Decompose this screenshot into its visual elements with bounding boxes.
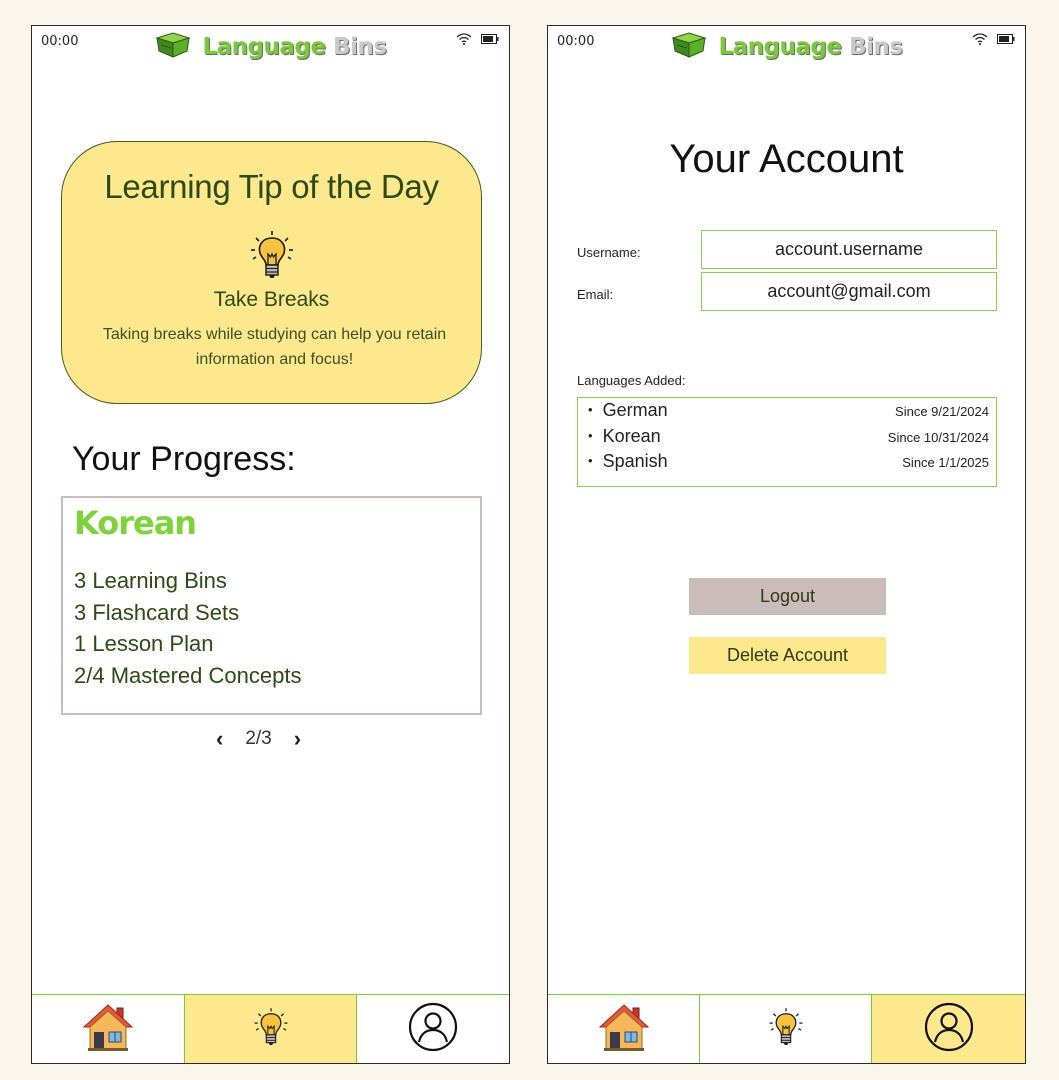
pager-label: 2/3 <box>245 728 272 749</box>
list-item: 3 Flashcard Sets <box>74 599 240 625</box>
list-item: German Since 9/21/2024 <box>588 400 989 422</box>
account-screen: 00:00 Language Bins Your Account Usernam… <box>547 25 1026 1064</box>
home-screen: 00:00 Language Bins Learning Tip of the … <box>31 25 510 1064</box>
username-label: Username: <box>577 245 641 260</box>
list-item: 1 Lesson Plan <box>74 631 214 656</box>
progress-heading: Your Progress: <box>72 440 296 478</box>
wifi-icon <box>456 33 472 45</box>
progress-pager: ‹ 2/3 › <box>212 726 305 752</box>
delete-account-button[interactable]: Delete Account <box>689 637 886 674</box>
green-bin-icon <box>154 32 191 62</box>
list-item: 3 Learning Bins <box>74 568 227 593</box>
app-brand: Language Bins <box>548 32 1025 62</box>
bottom-nav <box>548 994 1025 1063</box>
language-since: Since 1/1/2025 <box>902 455 989 470</box>
language-name: Spanish <box>588 451 668 472</box>
house-icon <box>82 1002 134 1056</box>
nav-home[interactable] <box>32 995 185 1063</box>
progress-card[interactable]: Korean 3 Learning Bins 3 Flashcard Sets … <box>61 496 482 715</box>
nav-tip[interactable] <box>185 995 357 1063</box>
lightbulb-icon <box>768 1004 804 1054</box>
list-item: 2/4 Mastered Concepts <box>74 662 302 688</box>
bottom-nav <box>32 994 509 1063</box>
email-field[interactable]: account@gmail.com <box>701 272 997 311</box>
status-bar: 00:00 Language Bins <box>548 26 1025 71</box>
chevron-right-icon[interactable]: › <box>290 726 305 752</box>
nav-account[interactable] <box>357 995 509 1063</box>
app-brand: Language Bins <box>32 32 509 62</box>
page-title: Your Account <box>669 137 904 181</box>
tip-text: Taking breaks while studying can help yo… <box>102 326 447 368</box>
tip-heading: Learning Tip of the Day <box>104 168 439 205</box>
language-name: German <box>588 400 668 421</box>
nav-account[interactable] <box>872 995 1025 1063</box>
house-icon <box>598 1002 650 1056</box>
email-label: Email: <box>577 287 614 302</box>
nav-tip[interactable] <box>700 995 872 1063</box>
lightbulb-icon <box>253 1004 289 1054</box>
wifi-icon <box>972 33 988 45</box>
language-since: Since 9/21/2024 <box>895 404 989 419</box>
status-bar: 00:00 Language Bins <box>32 26 509 71</box>
chevron-left-icon[interactable]: ‹ <box>212 726 227 752</box>
list-item: Spanish Since 1/1/2025 <box>588 451 989 473</box>
progress-language: Korean <box>74 504 197 542</box>
tip-title: Take Breaks <box>213 288 330 311</box>
nav-home[interactable] <box>548 995 700 1063</box>
language-name: Korean <box>588 426 661 447</box>
languages-list: German Since 9/21/2024 Korean Since 10/3… <box>577 397 997 487</box>
logout-button[interactable]: Logout <box>689 578 886 615</box>
list-item: Korean Since 10/31/2024 <box>588 426 989 448</box>
lightbulb-icon <box>249 230 295 284</box>
app-title: Language Bins <box>202 34 387 60</box>
tip-of-the-day-card: Learning Tip of the Day Take Breaks Taki… <box>61 141 482 404</box>
user-circle-icon <box>924 1002 974 1056</box>
user-circle-icon <box>408 1002 458 1056</box>
battery-icon <box>481 34 499 44</box>
green-bin-icon <box>670 32 707 62</box>
language-since: Since 10/31/2024 <box>887 430 989 445</box>
app-title: Language Bins <box>718 34 903 60</box>
languages-label: Languages Added: <box>577 373 686 388</box>
battery-icon <box>997 34 1015 44</box>
progress-stats: 3 Learning Bins 3 Flashcard Sets 1 Lesso… <box>74 565 301 691</box>
username-field[interactable]: account.username <box>701 230 997 269</box>
